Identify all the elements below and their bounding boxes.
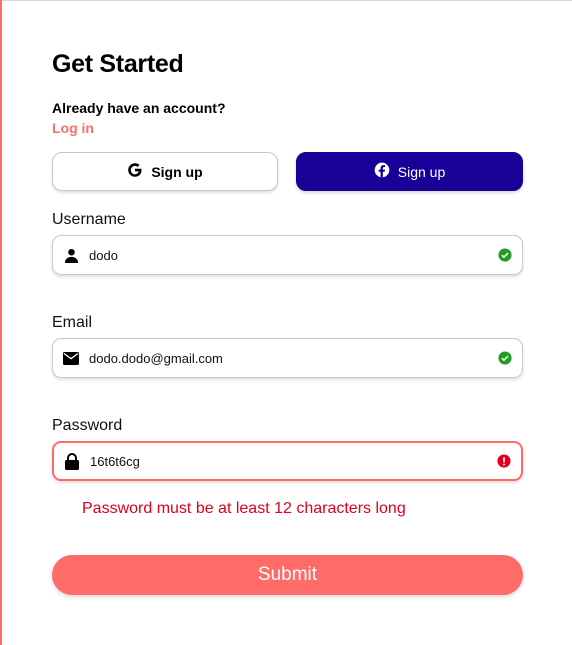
lock-icon — [54, 452, 90, 470]
page-title: Get Started — [52, 50, 184, 78]
check-circle-icon — [488, 248, 522, 262]
password-field[interactable] — [52, 441, 523, 481]
password-input[interactable] — [90, 453, 487, 469]
facebook-signup-button[interactable]: Sign up — [296, 152, 523, 191]
email-input[interactable] — [89, 350, 488, 366]
exclamation-circle-icon — [487, 454, 521, 468]
left-accent-bar — [0, 0, 2, 645]
google-signup-button[interactable]: Sign up — [52, 152, 278, 191]
email-field[interactable] — [52, 338, 523, 378]
username-label: Username — [52, 211, 126, 228]
submit-button[interactable]: Submit — [52, 555, 523, 595]
already-account-text: Already have an account? — [52, 100, 226, 116]
envelope-icon — [53, 351, 89, 365]
check-circle-icon — [488, 351, 522, 365]
facebook-signup-label: Sign up — [397, 163, 446, 180]
email-label: Email — [52, 314, 93, 331]
password-error-message: Password must be at least 12 characters … — [82, 500, 406, 517]
google-icon — [127, 162, 143, 181]
username-input[interactable] — [89, 247, 488, 263]
top-divider — [0, 0, 572, 1]
login-link[interactable]: Log in — [52, 120, 94, 136]
username-field[interactable] — [52, 235, 523, 275]
google-signup-label: Sign up — [151, 163, 203, 180]
password-label: Password — [52, 417, 123, 434]
facebook-icon — [374, 162, 390, 181]
user-icon — [53, 248, 89, 263]
